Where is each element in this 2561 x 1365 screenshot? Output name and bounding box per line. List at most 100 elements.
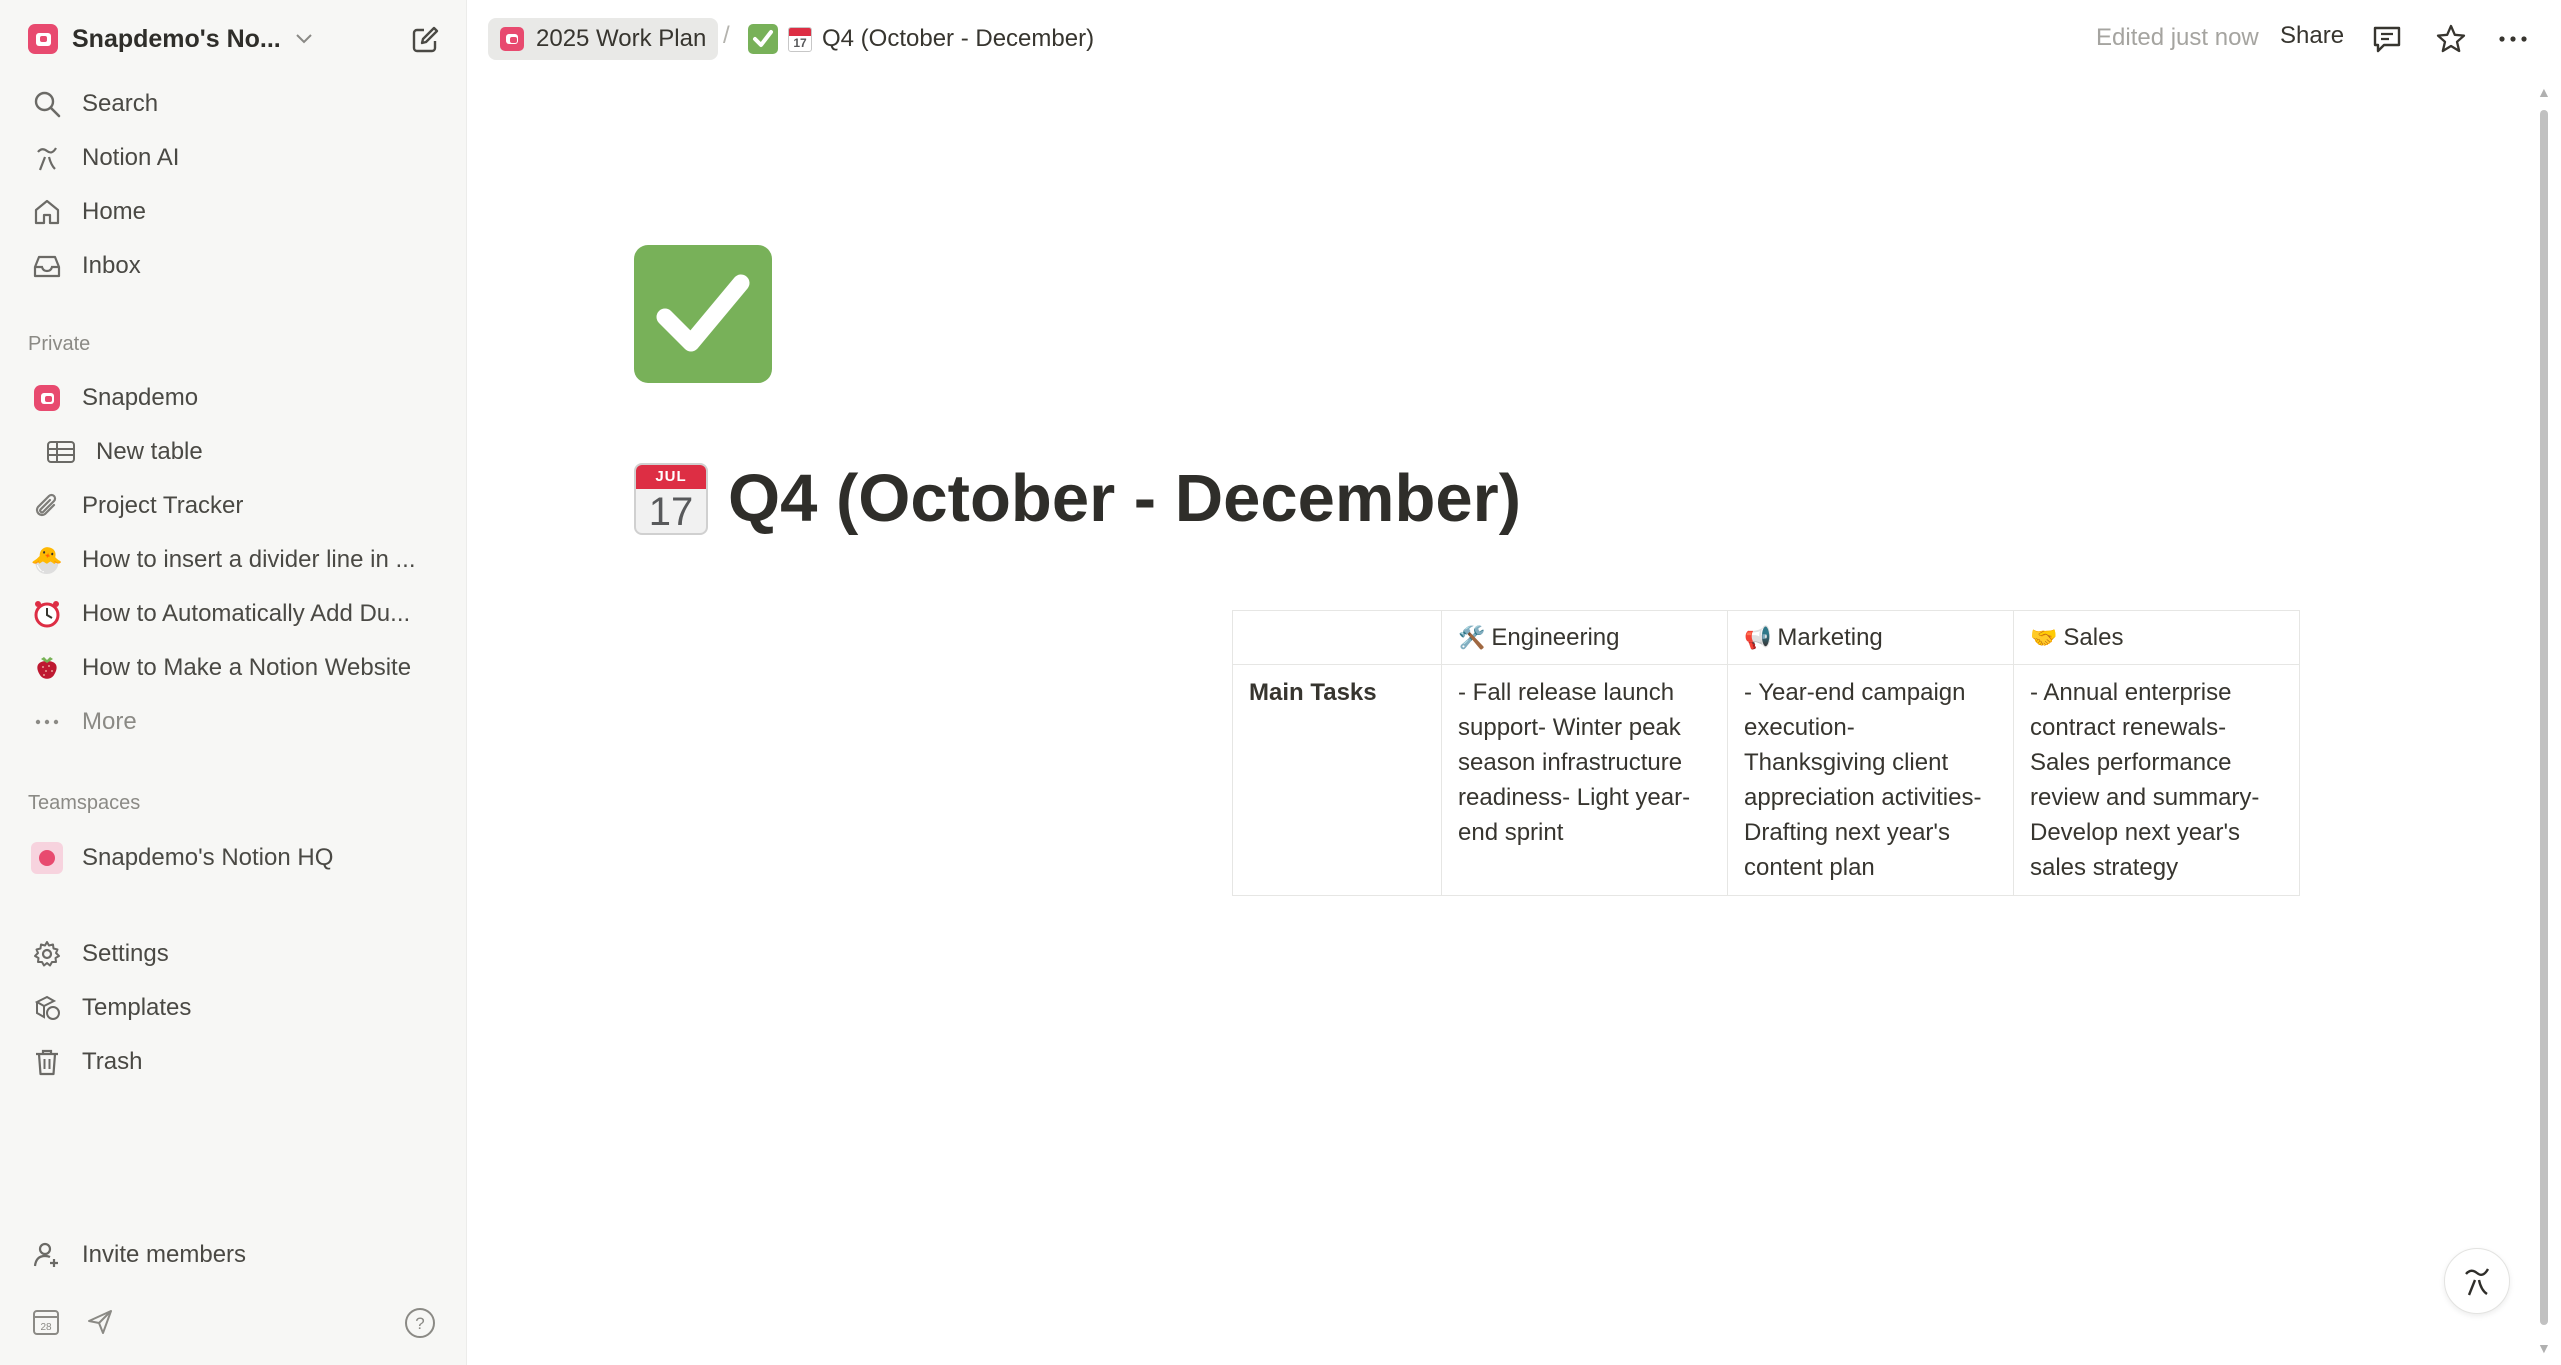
add-person-icon <box>30 1238 64 1272</box>
page-icon-check-mark[interactable] <box>634 245 772 383</box>
calendar-app-icon[interactable]: 28 <box>30 1306 62 1338</box>
sidebar: Snapdemo's No... Search Notion AI Home I… <box>0 0 467 1365</box>
breadcrumb-current-label: Q4 (October - December) <box>822 25 1095 52</box>
table-cell[interactable]: - Fall release launch support- Winter pe… <box>1441 664 1728 896</box>
sidebar-item-label: Inbox <box>82 252 141 279</box>
comment-icon <box>2373 26 2401 53</box>
sidebar-item-label: How to insert a divider line in ... <box>82 546 416 573</box>
sidebar-item-label: Snapdemo <box>82 384 199 411</box>
trash-icon <box>30 1045 64 1079</box>
snapdemo-logo-icon <box>500 27 524 51</box>
notion-ai-button[interactable] <box>2444 1248 2510 1314</box>
alarm-clock-emoji-icon <box>30 597 64 631</box>
breadcrumb-current[interactable]: 17 Q4 (October - December) <box>748 18 1094 60</box>
ellipsis-icon <box>30 705 64 739</box>
table-header-row: 🛠️ Engineering 📢 Marketing 🤝 Sales <box>1232 610 2300 665</box>
comments-button[interactable] <box>2366 18 2408 60</box>
sidebar-item-home[interactable]: Home <box>14 189 454 235</box>
sidebar-page-new-table[interactable]: New table <box>14 429 454 475</box>
section-label-teamspaces: Teamspaces <box>28 792 141 814</box>
share-button[interactable]: Share <box>2280 22 2344 50</box>
sidebar-item-label: Settings <box>82 940 169 967</box>
sidebar-item-search[interactable]: Search <box>14 81 454 127</box>
table-row: Main Tasks - Fall release launch support… <box>1232 664 2300 896</box>
table-cell[interactable]: - Year-end campaign execution- Thanksgiv… <box>1727 664 2014 896</box>
sidebar-teamspace-hq[interactable]: Snapdemo's Notion HQ <box>14 835 454 881</box>
sidebar-item-settings[interactable]: Settings <box>14 931 454 977</box>
department-table: 🛠️ Engineering 📢 Marketing 🤝 Sales Main Tas… <box>1232 610 2300 896</box>
strawberry-emoji-icon <box>30 651 64 685</box>
inbox-icon <box>30 249 64 283</box>
handshake-icon: 🤝 <box>2030 625 2058 650</box>
sidebar-item-label: Templates <box>82 994 192 1021</box>
scroll-down-arrow[interactable]: ▼ <box>2537 1340 2551 1356</box>
sidebar-item-trash[interactable]: Trash <box>14 1039 454 1085</box>
sidebar-item-templates[interactable]: Templates <box>14 985 454 1031</box>
hammer-and-wrench-icon: 🛠️ <box>1458 625 1486 650</box>
check-mark-icon <box>656 274 750 352</box>
table-header-cell[interactable]: 📢 Marketing <box>1727 610 2014 665</box>
breadcrumb-separator: / <box>723 22 730 49</box>
sidebar-page-project-tracker[interactable]: Project Tracker <box>14 483 454 529</box>
favorite-button[interactable] <box>2430 18 2472 60</box>
gear-icon <box>30 937 64 971</box>
new-page-button[interactable] <box>404 20 446 60</box>
breadcrumb-parent-label: 2025 Work Plan <box>536 25 707 52</box>
sidebar-page-snapdemo[interactable]: Snapdemo <box>14 375 454 421</box>
table-cell[interactable]: - Annual enterprise contract renewals- S… <box>2013 664 2300 896</box>
workspace-name: Snapdemo's No... <box>72 24 281 53</box>
table-icon <box>44 435 78 469</box>
svg-text:?: ? <box>415 1314 424 1333</box>
paperclip-icon <box>30 489 64 523</box>
scroll-up-arrow[interactable]: ▲ <box>2537 84 2551 100</box>
snapdemo-logo-icon <box>30 381 64 415</box>
table-header-cell-empty[interactable] <box>1232 610 1442 665</box>
sidebar-item-label: How to Automatically Add Du... <box>82 600 411 627</box>
invite-members-button[interactable]: Invite members <box>14 1232 454 1278</box>
teamspace-logo-icon <box>30 841 64 875</box>
ellipsis-icon <box>2499 36 2527 42</box>
star-icon <box>2436 24 2466 53</box>
table-header-cell[interactable]: 🤝 Sales <box>2013 610 2300 665</box>
sidebar-item-inbox[interactable]: Inbox <box>14 243 454 289</box>
check-mark-icon <box>748 24 778 54</box>
page-title[interactable]: Q4 (October - December) <box>728 460 1521 537</box>
chick-emoji-icon: 🐣 <box>30 545 64 575</box>
compose-icon <box>412 26 439 53</box>
sidebar-item-notion-ai[interactable]: Notion AI <box>14 135 454 181</box>
sidebar-item-label: Snapdemo's Notion HQ <box>82 844 334 871</box>
table-header-cell[interactable]: 🛠️ Engineering <box>1441 610 1728 665</box>
calendar-emoji-icon: JUL 17 <box>634 462 708 535</box>
sidebar-item-label: New table <box>96 438 203 465</box>
templates-icon <box>30 991 64 1025</box>
sidebar-item-label: More <box>82 708 137 735</box>
sidebar-item-label: How to Make a Notion Website <box>82 654 412 681</box>
sidebar-page-auto-add[interactable]: How to Automatically Add Du... <box>14 591 454 637</box>
workspace-logo-icon <box>28 24 58 54</box>
sidebar-item-label: Notion AI <box>82 144 180 171</box>
notion-ai-icon <box>30 141 64 175</box>
sidebar-page-divider-line[interactable]: 🐣 How to insert a divider line in ... <box>14 537 454 583</box>
sidebar-item-more[interactable]: More <box>14 699 454 745</box>
help-icon[interactable]: ? <box>403 1306 437 1340</box>
edited-status: Edited just now <box>2096 24 2259 51</box>
svg-text:28: 28 <box>40 1322 52 1333</box>
send-icon[interactable] <box>84 1306 116 1338</box>
workspace-switcher[interactable]: Snapdemo's No... <box>28 18 358 60</box>
topbar: 2025 Work Plan / 17 Q4 (October - Decemb… <box>468 0 2561 78</box>
search-icon <box>30 87 64 121</box>
sidebar-item-label: Invite members <box>82 1241 247 1268</box>
chevron-down-icon <box>296 34 312 44</box>
megaphone-icon: 📢 <box>1744 625 1772 650</box>
sidebar-item-label: Home <box>82 198 147 225</box>
sidebar-item-label: Search <box>82 90 159 117</box>
more-options-button[interactable] <box>2492 18 2534 60</box>
section-label-private: Private <box>28 333 91 355</box>
table-row-header[interactable]: Main Tasks <box>1232 664 1442 896</box>
breadcrumb-parent[interactable]: 2025 Work Plan <box>488 18 719 60</box>
calendar-icon: 17 <box>788 26 812 52</box>
sidebar-page-notion-website[interactable]: How to Make a Notion Website <box>14 645 454 691</box>
sidebar-item-label: Trash <box>82 1048 143 1075</box>
notion-ai-icon <box>2465 1268 2490 1296</box>
scrollbar-thumb[interactable] <box>2540 110 2548 1325</box>
